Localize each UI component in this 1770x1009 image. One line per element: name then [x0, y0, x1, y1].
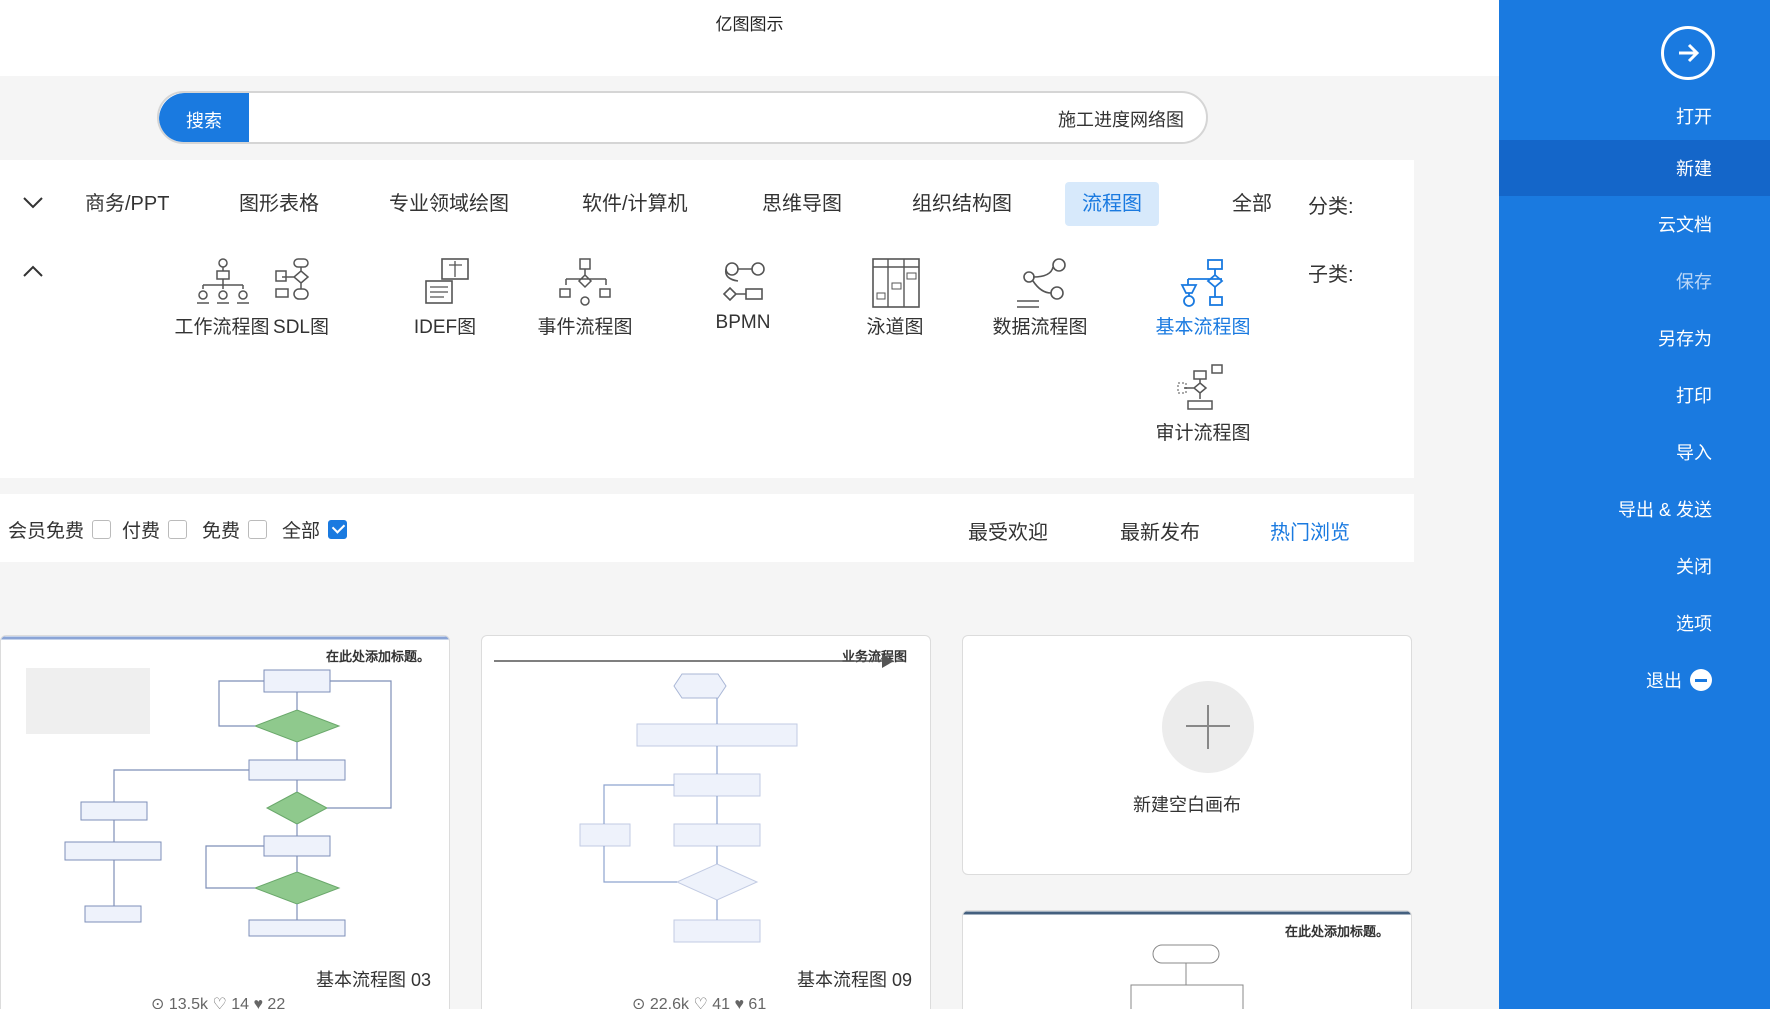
category-graphic-table[interactable]: 图形表格 [222, 182, 336, 226]
sidebar-item-open[interactable]: 打开 [1499, 88, 1770, 144]
search-input[interactable]: 施工进度网络图 [1058, 106, 1184, 132]
subcategory-idef[interactable]: IDEF图 [380, 256, 510, 339]
subcategory-workflow[interactable]: 工作流程图 [157, 256, 287, 339]
category-mind-map[interactable]: 思维导图 [745, 182, 859, 226]
template-thumbnail [1, 636, 449, 971]
subcategory-label: 子类: [1308, 264, 1354, 286]
template-card[interactable]: 在此处添加标题。 基本流程图 03 ⊙ 13.5k ♡ 14 ♥ 22 [0, 635, 450, 1009]
audit-flowchart-icon [1173, 362, 1233, 414]
sidebar-item-options[interactable]: 选项 [1499, 595, 1770, 651]
plus-icon [1162, 681, 1254, 773]
template-thumbnail [963, 911, 1411, 1009]
sidebar-item-print[interactable]: 打印 [1499, 367, 1770, 423]
checkbox-icon[interactable] [92, 520, 112, 539]
subcategory-bpmn[interactable]: BPMN [678, 256, 808, 334]
idef-icon [415, 256, 475, 308]
template-stats: ⊙ 13.5k ♡ 14 ♥ 22 [151, 996, 286, 1009]
sidebar: 打开 新建 云文档 保存 另存为 打印 导入 导出 & 发送 关闭 选项 退出 [1499, 0, 1770, 1009]
app-window: 亿图图示 打开 新建 云文档 保存 另存为 打印 导入 导出 & 发送 关闭 选… [0, 0, 1770, 1009]
basic-flowchart-icon [1173, 256, 1233, 308]
subcategory-data-flowchart[interactable]: 数据流程图 [975, 256, 1105, 339]
filter-member-free[interactable]: 会员免费 [8, 516, 112, 543]
checkbox-icon[interactable] [248, 520, 268, 539]
checkbox-checked-icon[interactable] [328, 520, 348, 539]
title-bar: 亿图图示 [0, 0, 1499, 76]
sort-tab-popular[interactable]: 最受欢迎 [968, 516, 1048, 545]
category-org-chart[interactable]: 组织结构图 [895, 182, 1029, 226]
filter-all[interactable]: 全部 [282, 516, 348, 543]
new-blank-canvas-card[interactable]: 新建空白画布 [962, 635, 1412, 875]
category-label: 分类: [1308, 196, 1354, 218]
template-thumbnail [482, 636, 930, 971]
filter-free[interactable]: 免费 [202, 516, 268, 543]
sidebar-item-cloud-docs[interactable]: 云文档 [1499, 196, 1770, 252]
sidebar-item-close[interactable]: 关闭 [1499, 538, 1770, 594]
sidebar-item-save-as[interactable]: 另存为 [1499, 310, 1770, 366]
category-flowchart[interactable]: 流程图 [1065, 182, 1159, 226]
sidebar-item-import[interactable]: 导入 [1499, 424, 1770, 480]
sidebar-item-new[interactable]: 新建 [1499, 140, 1770, 196]
data-flowchart-icon [1010, 256, 1070, 308]
subcategory-swimlane[interactable]: 泳道图 [830, 256, 960, 339]
template-title: 基本流程图 09 [797, 970, 913, 990]
sort-tab-newest[interactable]: 最新发布 [1120, 516, 1200, 545]
template-card[interactable]: 业务流程图 基本流程图 09 ⊙ 22.6k ♡ 41 ♥ 61 [481, 635, 931, 1009]
sidebar-item-export-send[interactable]: 导出 & 发送 [1499, 481, 1770, 537]
chevron-down-icon[interactable] [22, 190, 44, 216]
event-flowchart-icon [555, 256, 615, 308]
window-title: 亿图图示 [715, 15, 784, 34]
subcategory-basic-flowchart[interactable]: 基本流程图 [1138, 256, 1268, 339]
category-software[interactable]: 软件/计算机 [565, 182, 705, 226]
chevron-up-icon[interactable] [22, 258, 44, 284]
swimlane-icon [865, 256, 925, 308]
sidebar-item-exit[interactable]: 退出 [1499, 652, 1770, 708]
workflow-icon [192, 256, 252, 308]
template-card[interactable]: 在此处添加标题。 [962, 910, 1412, 1009]
new-blank-canvas-label: 新建空白画布 [1133, 795, 1241, 815]
subcategory-audit-flowchart[interactable]: 审计流程图 [1138, 362, 1268, 445]
sidebar-item-save[interactable]: 保存 [1499, 253, 1770, 309]
search-bar: 搜索 施工进度网络图 [157, 91, 1208, 144]
checkbox-icon[interactable] [168, 520, 188, 539]
filter-bar: 热门浏览 最新发布 最受欢迎 全部 免费 付费 会员免费 [0, 494, 1414, 562]
category-panel: 分类: 全部 流程图 组织结构图 思维导图 软件/计算机 专业领域绘图 图形表格… [0, 160, 1414, 478]
bpmn-icon [713, 256, 773, 308]
subcategory-event-flowchart[interactable]: 事件流程图 [520, 256, 650, 339]
category-professional[interactable]: 专业领域绘图 [372, 182, 526, 226]
open-arrow-icon[interactable] [1661, 26, 1715, 80]
filter-paid[interactable]: 付费 [122, 516, 188, 543]
category-all[interactable]: 全部 [1215, 182, 1289, 226]
template-title: 基本流程图 03 [316, 970, 432, 990]
template-stats: ⊙ 22.6k ♡ 41 ♥ 61 [632, 996, 767, 1009]
search-button[interactable]: 搜索 [159, 93, 249, 142]
sort-tab-hot[interactable]: 热门浏览 [1270, 516, 1350, 545]
exit-icon [1690, 669, 1712, 691]
category-business-ppt[interactable]: 商务/PPT [68, 182, 186, 226]
